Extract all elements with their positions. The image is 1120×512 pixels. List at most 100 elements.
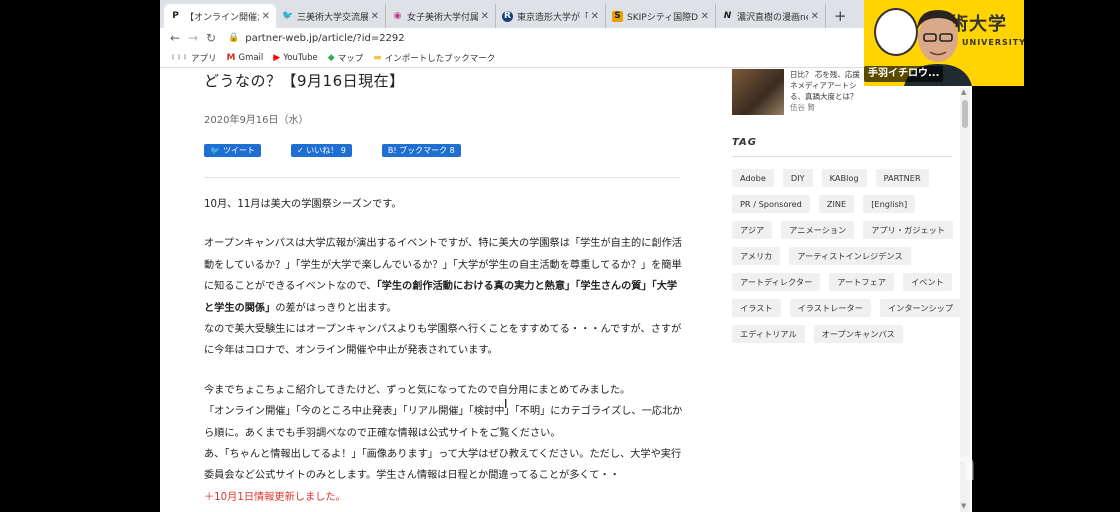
instagram-favicon-icon: ◉ bbox=[393, 10, 402, 21]
tag-item[interactable]: アーティストインレジデンス bbox=[789, 247, 911, 265]
bookmark-maps[interactable]: ◆ マップ bbox=[328, 52, 363, 64]
zoom-watermark: zoom bbox=[842, 440, 978, 491]
close-icon[interactable]: ✕ bbox=[262, 11, 270, 22]
scroll-down-icon[interactable]: ▼ bbox=[961, 502, 966, 510]
tab-title: SKIPシティ国際Dシ bbox=[627, 12, 698, 23]
tab-online-event[interactable]: P 【オンライン開催か？ ✕ bbox=[164, 4, 276, 28]
tag-item[interactable]: アートフェア bbox=[829, 273, 894, 291]
related-line: ネメディアアートシ bbox=[790, 81, 857, 90]
tab-manga[interactable]: N 濃沢直樹の漫画ne ✕ bbox=[716, 4, 826, 28]
webcam-video[interactable]: 術大学 UNIVERSITY 手羽イチロウ... bbox=[864, 0, 1024, 86]
maps-icon: ◆ bbox=[327, 52, 335, 63]
tab-three-art-univ[interactable]: 🐦 三美術大学交流展 ✕ bbox=[276, 4, 386, 28]
close-icon[interactable]: ✕ bbox=[811, 11, 819, 22]
partner-favicon-icon: P bbox=[172, 10, 179, 21]
text-span: 今までちょこちょこ紹介してきたけど、ずっと気になってたので自分用にまとめてみまし… bbox=[204, 384, 631, 396]
close-icon[interactable]: ✕ bbox=[371, 11, 379, 22]
browser-window: P 【オンライン開催か？ ✕ 🐦 三美術大学交流展 ✕ ◉ 女子美術大学付属 ✕… bbox=[160, 0, 972, 512]
twitter-favicon-icon: 🐦 bbox=[282, 10, 294, 21]
bookmark-label: YouTube bbox=[283, 52, 318, 63]
tag-item[interactable]: インターンシップ bbox=[879, 299, 962, 317]
tag-item[interactable]: イラストレーター bbox=[789, 299, 871, 317]
tag-item[interactable]: イラスト bbox=[732, 299, 781, 317]
zokei-favicon-icon: R bbox=[502, 10, 513, 22]
divider bbox=[204, 177, 680, 178]
tag-item[interactable]: イベント bbox=[902, 273, 952, 291]
tag-item[interactable]: オープンキャンパス bbox=[813, 325, 903, 343]
forward-button[interactable]: → bbox=[184, 31, 202, 45]
related-author: 伍谷 賢 bbox=[790, 103, 815, 112]
bookmarks-bar: ⋮⋮⋮ アプリ M Gmail ▶ YouTube ◆ マップ ▬ インポートし… bbox=[160, 48, 972, 68]
bookmark-gmail[interactable]: M Gmail bbox=[227, 53, 264, 63]
tab-zokei[interactable]: R 東京造形大学が「 ✕ bbox=[496, 4, 606, 28]
youtube-icon: ▶ bbox=[273, 52, 281, 63]
tag-cloud: Adobe DIY KABlog PARTNER PR / Sponsored ZINE [… bbox=[732, 169, 962, 343]
folder-icon: ▬ bbox=[373, 52, 382, 63]
tab-title: 【オンライン開催か？ bbox=[185, 12, 259, 23]
bookmark-youtube[interactable]: ▶ YouTube bbox=[273, 53, 318, 63]
tag-item[interactable]: PARTNER bbox=[875, 169, 929, 187]
hatena-bookmark-button[interactable]: B! ブックマーク 8 bbox=[381, 144, 461, 157]
tag-item[interactable]: アニメーション bbox=[781, 221, 855, 239]
gmail-icon: M bbox=[226, 52, 236, 63]
tab-title: 東京造形大学が「 bbox=[517, 12, 588, 23]
related-line: 日比？ 芯を残、応援 bbox=[790, 70, 860, 79]
article: どうなの？【9月16日現在】 2020年9月16日（水） 🐦 ツイート ✓ いいね… bbox=[204, 69, 684, 508]
tab-title: 濃沢直樹の漫画ne bbox=[737, 12, 808, 23]
close-icon[interactable]: ✕ bbox=[481, 11, 489, 22]
address-bar[interactable]: partner-web.jp/article/?id=2292 bbox=[245, 33, 404, 44]
update-notice: ＋10月1日情報更新しました。 bbox=[204, 491, 346, 503]
skip-favicon-icon: S bbox=[612, 10, 623, 22]
scrollbar-thumb[interactable] bbox=[962, 100, 968, 128]
tag-item[interactable]: アメリカ bbox=[732, 247, 781, 265]
text-span: の差がはっきりと出ます。 bbox=[275, 302, 397, 314]
close-icon[interactable]: ✕ bbox=[701, 11, 709, 22]
divider bbox=[732, 156, 952, 157]
tab-joshibi[interactable]: ◉ 女子美術大学付属 ✕ bbox=[386, 4, 496, 28]
scroll-up-icon[interactable]: ▲ bbox=[961, 88, 966, 96]
tag-item[interactable]: アプリ・ガジェット bbox=[863, 221, 953, 239]
tag-item[interactable]: PR / Sponsored bbox=[732, 195, 810, 213]
text-span: なので美大受験生にはオープンキャンパスよりも学園祭へ行くことをすすめてる・・・ん… bbox=[204, 324, 682, 357]
bookmark-label: インポートしたブックマーク bbox=[384, 53, 496, 64]
tab-title: 三美術大学交流展 bbox=[297, 12, 368, 23]
text-span: 「オンライン開催」「今のところ中止発表」「リアル開催」「検討中」「不明」にカテゴ… bbox=[204, 406, 683, 439]
tag-item[interactable]: エディトリアル bbox=[732, 325, 805, 343]
tweet-button[interactable]: 🐦 ツイート bbox=[204, 144, 261, 157]
note-favicon-icon: N bbox=[723, 10, 732, 21]
article-date: 2020年9月16日（水） bbox=[204, 115, 309, 126]
reload-button[interactable]: ↻ bbox=[202, 31, 220, 45]
related-article-text[interactable]: 日比？ 芯を残、応援 ネメディアアートシ る、真鍋大度とは？ 伍谷 賢 bbox=[790, 69, 860, 115]
bookmark-apps[interactable]: ⋮⋮⋮ アプリ bbox=[170, 52, 217, 64]
tag-item[interactable]: ZINE bbox=[818, 195, 855, 213]
tag-item[interactable]: Adobe bbox=[732, 169, 774, 187]
close-icon[interactable]: ✕ bbox=[591, 11, 599, 22]
tag-item[interactable]: アートディレクター bbox=[732, 273, 821, 291]
text-span: あ、「ちゃんと情報出してるよ！」「画像あります」って大学はぜひ教えてください。た… bbox=[204, 449, 682, 482]
article-headline: どうなの？【9月16日現在】 bbox=[204, 72, 405, 90]
related-article-thumbnail[interactable] bbox=[732, 69, 784, 115]
bookmark-imported[interactable]: ▬ インポートしたブックマーク bbox=[373, 52, 495, 64]
bookmark-label: アプリ bbox=[191, 53, 217, 64]
tag-heading: TAG bbox=[732, 137, 757, 148]
back-button[interactable]: ← bbox=[166, 31, 184, 45]
tag-item[interactable]: [English] bbox=[863, 195, 916, 213]
lock-icon[interactable]: 🔒 bbox=[228, 33, 239, 43]
share-buttons: 🐦 ツイート ✓ いいね！ 9 B! ブックマーク 8 bbox=[204, 144, 684, 157]
related-line: る、真鍋大度とは？ bbox=[790, 92, 858, 101]
paragraph-festival: オープンキャンパスは大学広報が演出するイベントですが、特に美大の学園祭は「学生が… bbox=[204, 233, 684, 361]
like-button[interactable]: ✓ いいね！ 9 bbox=[290, 144, 352, 157]
tab-title: 女子美術大学付属 bbox=[407, 12, 478, 23]
tag-item[interactable]: KABlog bbox=[821, 169, 867, 187]
paragraph-summary: 今までちょこちょこ紹介してきたけど、ずっと気になってたので自分用にまとめてみまし… bbox=[204, 380, 684, 508]
twitter-icon: 🐦 bbox=[210, 146, 220, 155]
bookmark-label: マップ bbox=[337, 53, 364, 64]
sidebar: 日比？ 芯を残、応援 ネメディアアートシ る、真鍋大度とは？ 伍谷 賢 TAG … bbox=[732, 69, 962, 343]
apps-grid-icon: ⋮⋮⋮ bbox=[170, 54, 188, 61]
bookmark-label: Gmail bbox=[238, 52, 264, 63]
tag-item[interactable]: DIY bbox=[782, 169, 813, 187]
tab-skip-city[interactable]: S SKIPシティ国際Dシ ✕ bbox=[606, 4, 716, 28]
participant-name: 手羽イチロウ... bbox=[864, 66, 944, 82]
tag-item[interactable]: アジア bbox=[732, 221, 773, 239]
new-tab-button[interactable]: + bbox=[826, 4, 855, 28]
